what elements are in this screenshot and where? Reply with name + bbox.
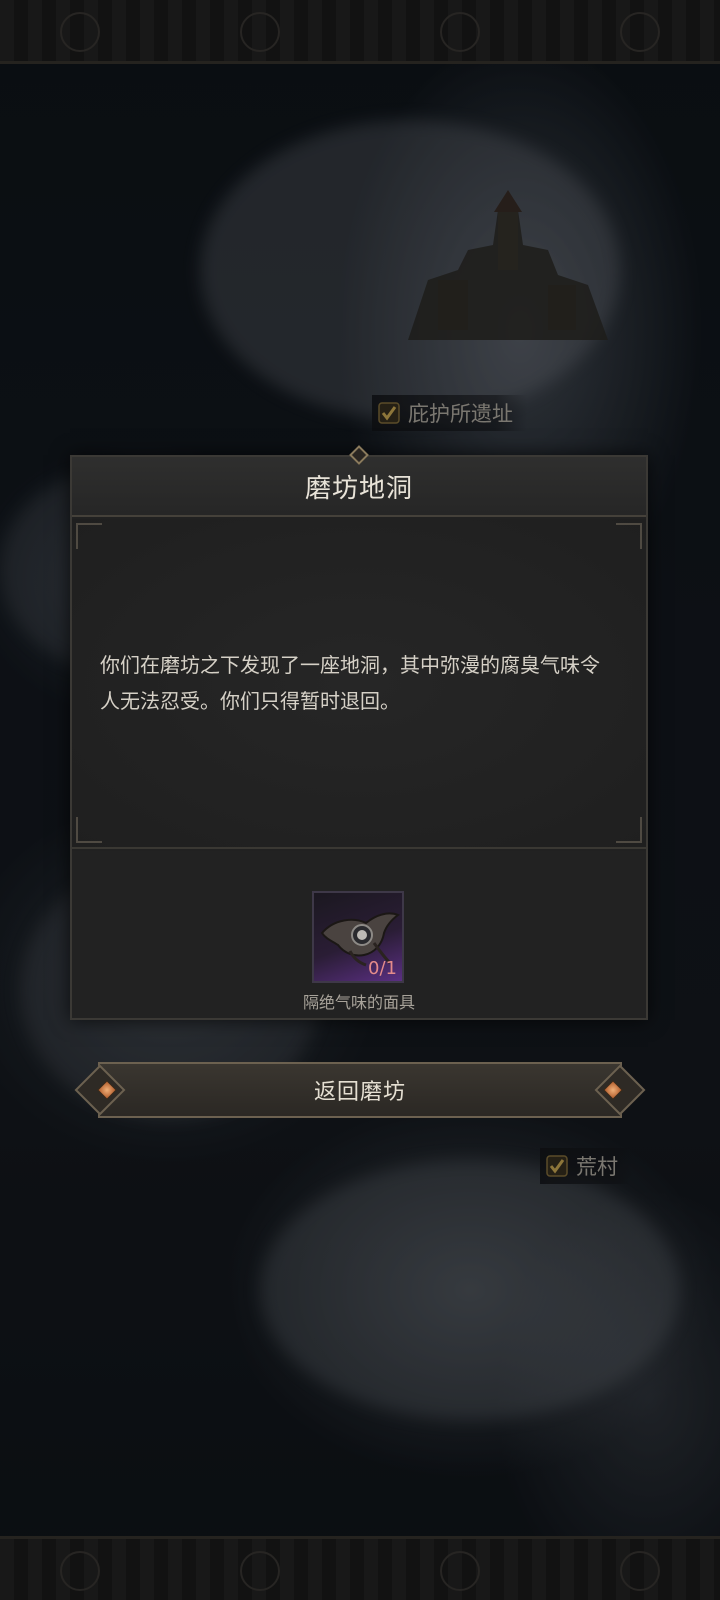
button-label: 返回磨坊 bbox=[313, 1080, 406, 1105]
dialog-body: 你们在磨坊之下发现了一座地洞，其中弥漫的腐臭气味令人无法忍受。你们只得暂时退回。 bbox=[72, 519, 646, 849]
dialog-title: 磨坊地洞 bbox=[304, 473, 413, 504]
corner-ornament bbox=[76, 523, 102, 549]
dialog-header: 磨坊地洞 bbox=[72, 445, 646, 517]
item-count: 0/1 bbox=[368, 958, 397, 979]
return-to-mill-button[interactable]: 返回磨坊 bbox=[74, 1058, 646, 1122]
item-slot[interactable]: 0/1 bbox=[312, 891, 404, 983]
corner-ornament bbox=[616, 817, 642, 843]
corner-ornament bbox=[616, 523, 642, 549]
dialog-message: 你们在磨坊之下发现了一座地洞，其中弥漫的腐臭气味令人无法忍受。你们只得暂时退回。 bbox=[100, 653, 600, 713]
item-name: 隔绝气味的面具 bbox=[302, 993, 415, 1012]
corner-ornament bbox=[76, 817, 102, 843]
event-dialog: 磨坊地洞 你们在磨坊之下发现了一座地洞，其中弥漫的腐臭气味令人无法忍受。你们只得… bbox=[70, 445, 648, 1020]
required-items: 0/1 隔绝气味的面具 bbox=[72, 851, 646, 1018]
